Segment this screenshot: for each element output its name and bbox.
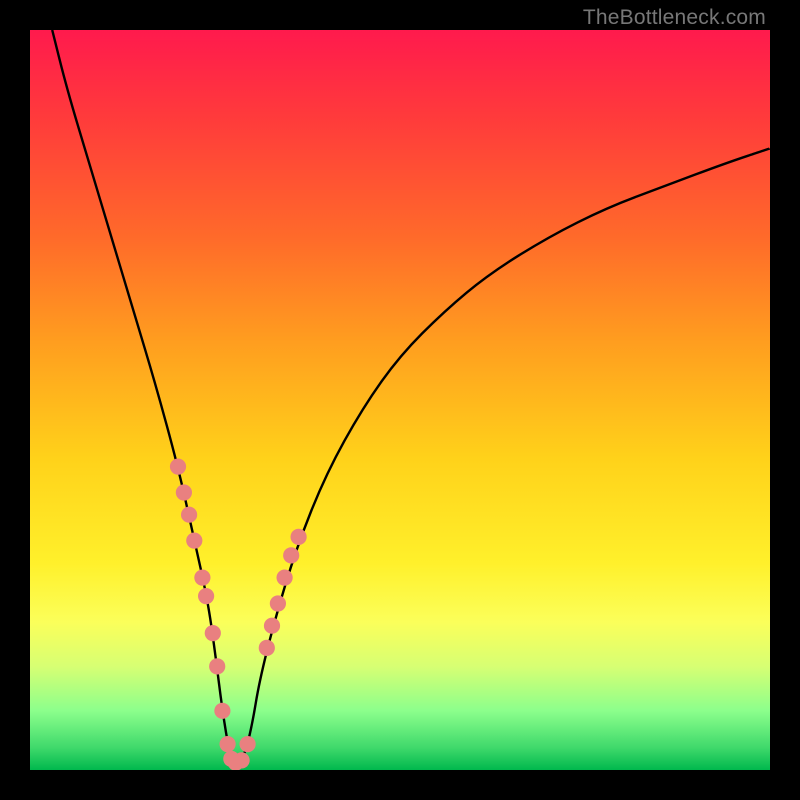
watermark-text: TheBottleneck.com: [583, 6, 766, 30]
marker-dot: [277, 570, 293, 586]
marker-dot: [291, 529, 307, 545]
marker-dot: [186, 533, 202, 549]
marker-dot: [240, 736, 256, 752]
marker-dot: [209, 658, 225, 674]
curve-svg: [30, 30, 770, 770]
marker-dot: [220, 736, 236, 752]
marker-dot: [283, 547, 299, 563]
marker-dot: [270, 595, 286, 611]
marker-dot: [198, 588, 214, 604]
plot-area: [30, 30, 770, 770]
curve-markers: [170, 459, 307, 771]
marker-dot: [176, 484, 192, 500]
bottleneck-curve: [52, 30, 770, 761]
marker-dot: [181, 507, 197, 523]
marker-dot: [259, 640, 275, 656]
marker-dot: [264, 618, 280, 634]
marker-dot: [205, 625, 221, 641]
marker-dot: [214, 703, 230, 719]
chart-frame: TheBottleneck.com: [0, 0, 800, 800]
marker-dot: [170, 459, 186, 475]
marker-dot: [194, 570, 210, 586]
marker-dot: [234, 752, 250, 768]
